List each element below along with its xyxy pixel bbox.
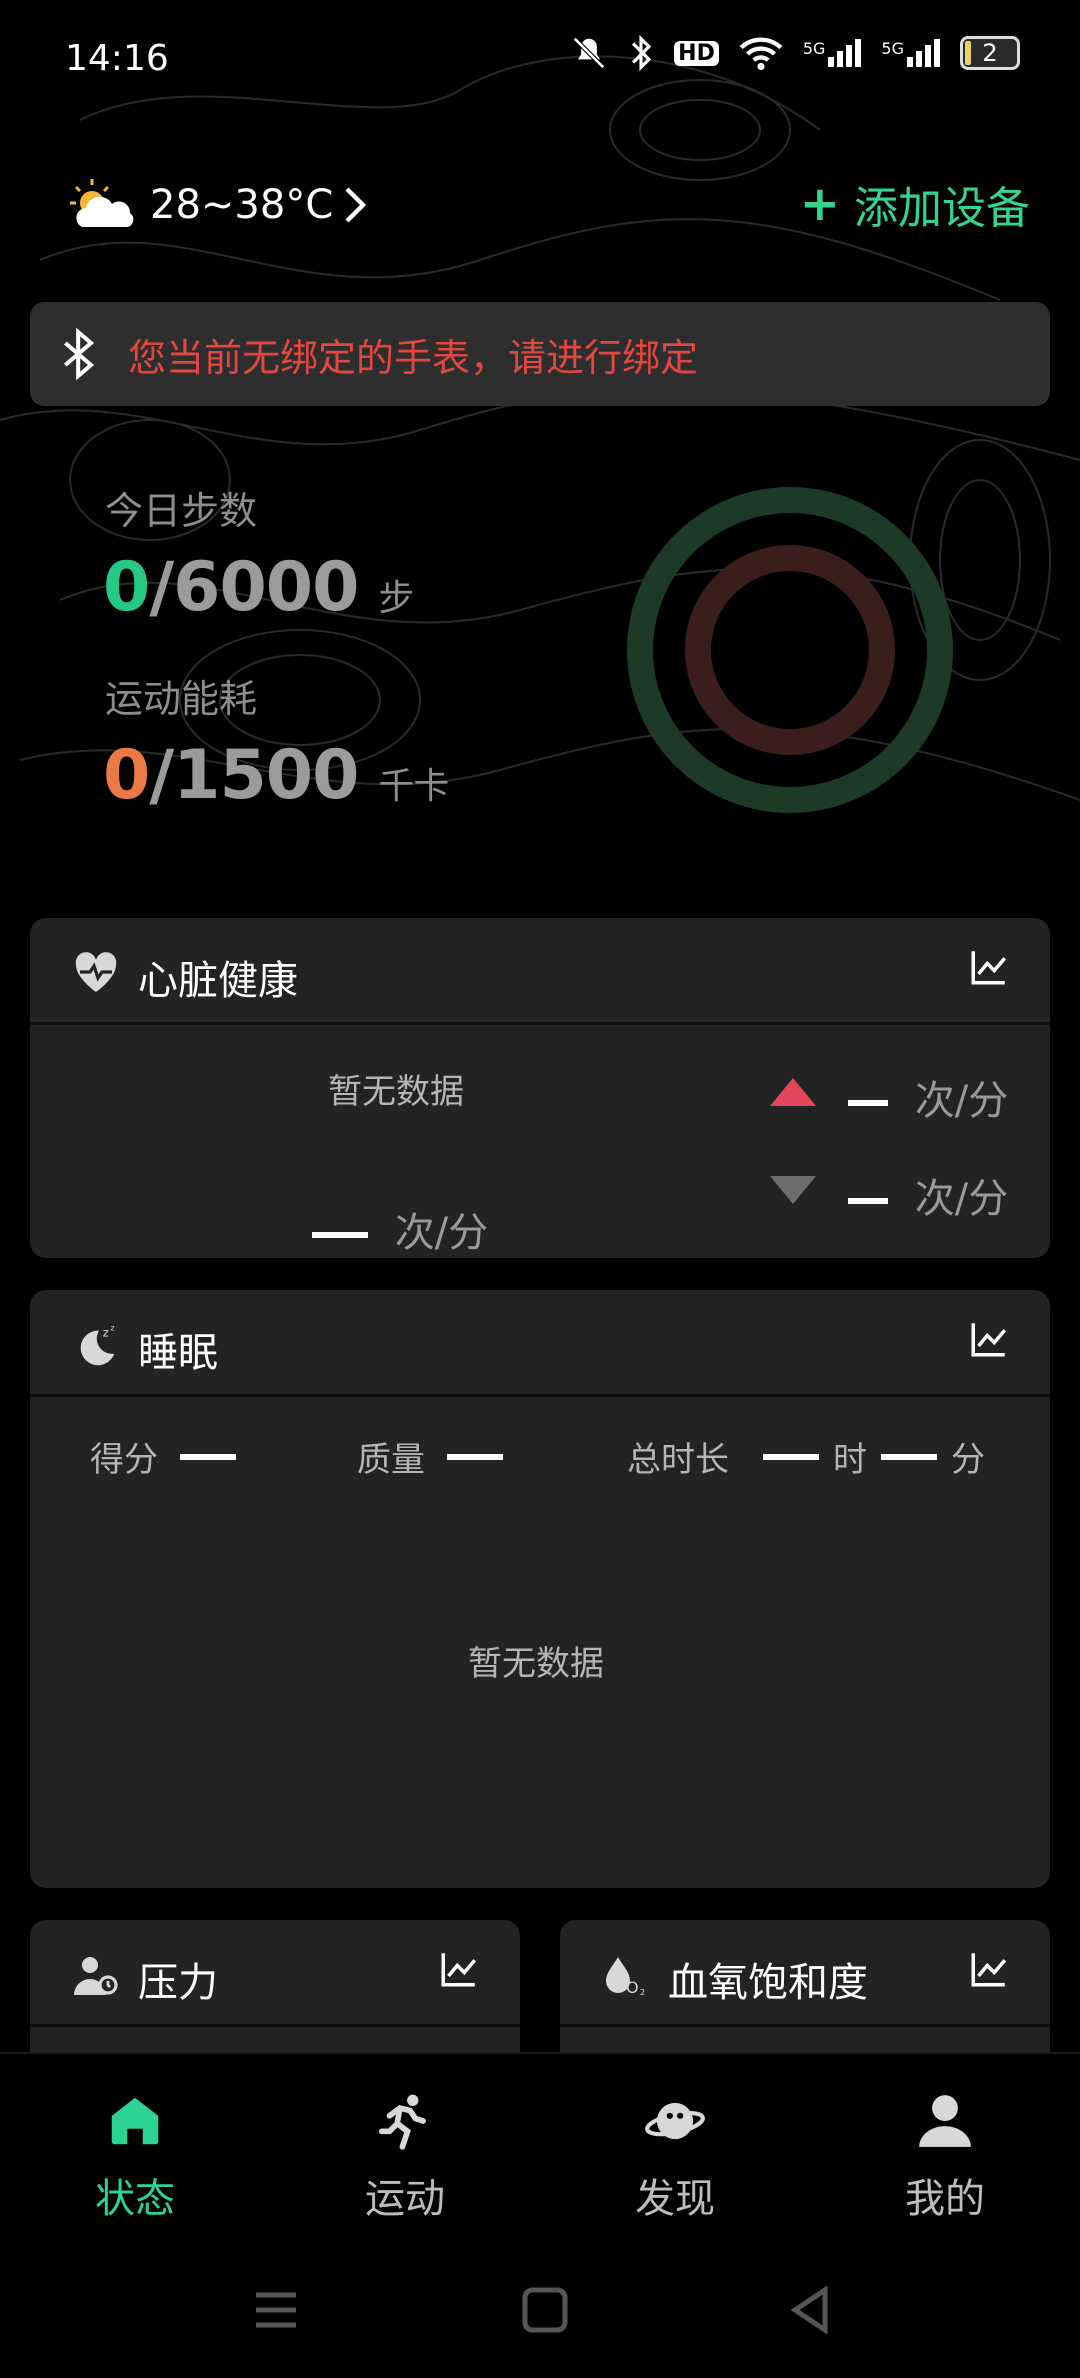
- running-icon: [378, 2094, 426, 2150]
- sleep-duration-label: 总时长: [627, 1440, 729, 1480]
- heart-rate-dash: [312, 1232, 368, 1238]
- sleep-score-dash: [180, 1453, 236, 1460]
- sleep-minute-dash: [881, 1453, 937, 1460]
- heart-rate-current: 次/分: [312, 1200, 488, 1258]
- heart-max-dash: [848, 1100, 888, 1106]
- sleep-card-header: z z 睡眠: [30, 1290, 1050, 1397]
- energy-label: 运动能耗: [105, 677, 258, 721]
- heart-max-unit: 次/分: [914, 1078, 1009, 1124]
- sleep-quality: 质量: [357, 1432, 503, 1481]
- user-icon: [919, 2095, 971, 2147]
- tab-discover[interactable]: 发现: [575, 2090, 775, 2224]
- steps-label: 今日步数: [105, 489, 258, 533]
- trend-chart-icon[interactable]: [968, 1948, 1010, 1990]
- heart-health-card[interactable]: 心脏健康 暂无数据 次/分 次/分 次/分: [30, 918, 1050, 1258]
- trend-chart-icon[interactable]: [968, 946, 1010, 988]
- wifi-icon: [739, 37, 783, 71]
- planet-icon: [645, 2102, 705, 2140]
- svg-text:2: 2: [640, 1988, 645, 1997]
- heart-rate-max: 次/分: [848, 1068, 1008, 1126]
- sleep-minute-label: 分: [951, 1440, 985, 1480]
- activity-rings: [627, 487, 953, 813]
- energy-ring: [685, 545, 895, 755]
- bind-watch-banner[interactable]: 您当前无绑定的手表，请进行绑定: [30, 302, 1050, 406]
- energy-unit: 千卡: [378, 766, 449, 807]
- stress-card-title: 压力: [138, 1960, 218, 2006]
- steps-value: 0 /6000 步: [103, 548, 414, 627]
- energy-goal: /1500: [149, 736, 359, 815]
- bluetooth-disconnected-icon: [64, 327, 95, 381]
- chevron-right-icon: [345, 187, 367, 223]
- signal-5g-2: 5G: [881, 39, 940, 67]
- stress-card-header: 压力: [30, 1920, 520, 2027]
- heart-rate-min: 次/分: [848, 1166, 1008, 1224]
- tab-discover-label: 发现: [635, 2176, 715, 2222]
- blood-oxygen-icon: O 2: [606, 1957, 645, 1997]
- energy-current: 0: [103, 736, 150, 815]
- spo2-card-title: 血氧饱和度: [668, 1960, 868, 2006]
- tab-mine-label: 我的: [905, 2176, 985, 2222]
- status-time: 14:16: [65, 38, 169, 79]
- weather-temperature: 28~38°C: [150, 182, 334, 228]
- add-device-button[interactable]: + 添加设备: [800, 172, 1030, 236]
- plus-icon: +: [799, 176, 840, 232]
- hd-badge: HD: [674, 40, 719, 66]
- menu-nav-icon[interactable]: [246, 2280, 306, 2340]
- energy-value: 0 /1500 千卡: [103, 736, 449, 815]
- heart-card-header: 心脏健康: [30, 918, 1050, 1025]
- battery-indicator: 2: [960, 36, 1020, 70]
- add-device-label: 添加设备: [854, 183, 1030, 234]
- tab-sport-label: 运动: [365, 2176, 445, 2222]
- heart-rate-unit: 次/分: [394, 1210, 489, 1256]
- steps-goal: /6000: [149, 548, 359, 627]
- sleep-quality-dash: [447, 1453, 503, 1460]
- sleep-quality-label: 质量: [357, 1440, 425, 1480]
- sleep-hour-dash: [763, 1453, 819, 1460]
- svg-text:z: z: [103, 1325, 109, 1339]
- svg-text:O: O: [626, 1978, 639, 1997]
- svg-text:z: z: [110, 1324, 114, 1333]
- sleep-no-data: 暂无数据: [468, 1644, 604, 1684]
- spo2-card-header: O 2 血氧饱和度: [560, 1920, 1050, 2027]
- sleep-duration: 总时长 时 分: [627, 1432, 985, 1481]
- heart-no-data: 暂无数据: [328, 1072, 464, 1112]
- partly-cloudy-icon: [70, 179, 134, 227]
- bind-message: 您当前无绑定的手表，请进行绑定: [128, 335, 699, 380]
- tab-status[interactable]: 状态: [35, 2090, 235, 2224]
- home-icon: [111, 2097, 159, 2145]
- status-icons: HD 5G 5G 2: [570, 34, 1020, 72]
- heart-icon: [75, 952, 117, 992]
- bluetooth-status-icon: [632, 34, 652, 72]
- heart-min-dash: [848, 1198, 888, 1204]
- weather-widget[interactable]: 28~38°C: [68, 170, 367, 240]
- sleep-card-title: 睡眠: [138, 1330, 218, 1376]
- moon-icon: z z: [80, 1324, 115, 1366]
- battery-level: 2: [982, 39, 998, 67]
- tab-mine[interactable]: 我的: [845, 2090, 1045, 2224]
- steps-unit: 步: [378, 578, 414, 619]
- heart-min-unit: 次/分: [914, 1176, 1009, 1222]
- status-bar: 14:16 HD 5G 5G 2: [0, 0, 1080, 110]
- steps-current: 0: [103, 548, 150, 627]
- signal-5g-1: 5G: [803, 39, 862, 67]
- triangle-up-icon: [770, 1078, 816, 1106]
- home-nav-icon[interactable]: [515, 2280, 575, 2340]
- triangle-down-icon: [770, 1176, 816, 1204]
- stress-person-icon: [74, 1957, 118, 1995]
- bell-muted-icon: [573, 37, 606, 69]
- trend-chart-icon[interactable]: [968, 1318, 1010, 1360]
- sleep-card[interactable]: z z 睡眠 得分 质量 总时长 时 分 暂无数据: [30, 1290, 1050, 1888]
- sleep-score-label: 得分: [90, 1440, 158, 1480]
- trend-chart-icon[interactable]: [438, 1948, 480, 1990]
- sleep-score: 得分: [90, 1432, 236, 1481]
- tab-sport[interactable]: 运动: [305, 2090, 505, 2224]
- sleep-hour-label: 时: [833, 1440, 867, 1480]
- heart-card-title: 心脏健康: [138, 958, 298, 1004]
- back-nav-icon[interactable]: [780, 2280, 840, 2340]
- tab-status-label: 状态: [95, 2176, 175, 2222]
